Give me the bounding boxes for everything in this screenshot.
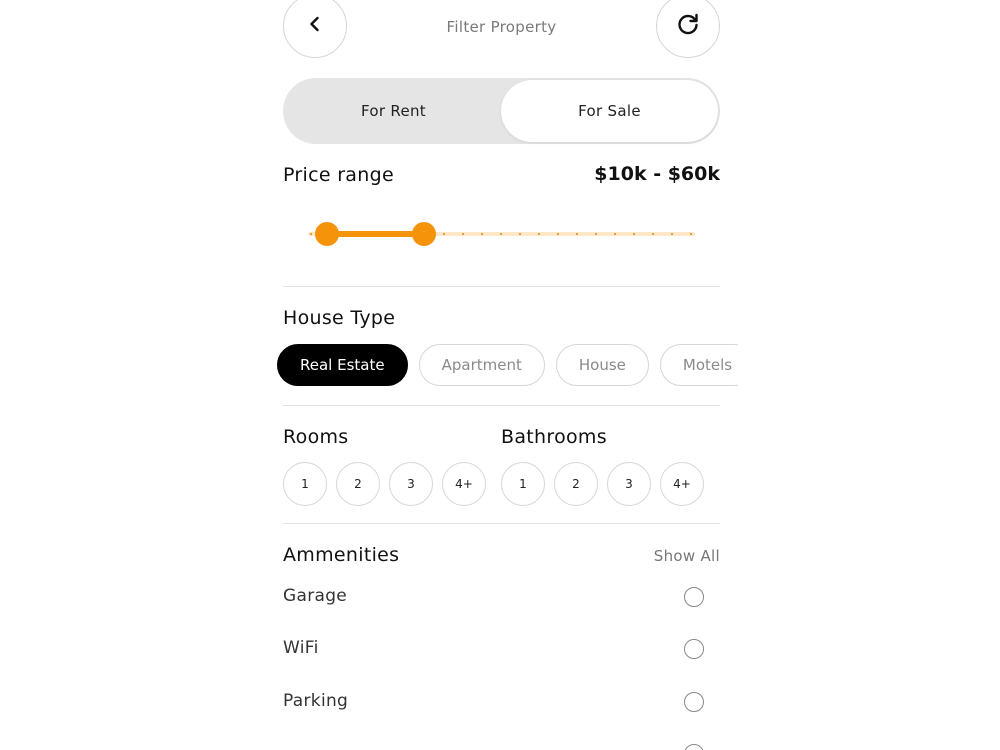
header: Filter Property [283, 0, 720, 60]
chip-real-estate[interactable]: Real Estate [277, 344, 408, 386]
slider-tick [519, 233, 521, 235]
slider-tick [500, 233, 502, 235]
slider-tick [310, 233, 312, 235]
amenity-row-partial[interactable] [283, 743, 704, 750]
rooms-option-1[interactable]: 1 [283, 462, 327, 506]
amenities-title: Ammenities [283, 544, 400, 566]
price-range-slider[interactable] [308, 222, 695, 246]
amenity-radio-partial[interactable] [684, 744, 704, 750]
amenity-row-garage[interactable]: Garage [283, 586, 704, 610]
chip-house[interactable]: House [555, 344, 649, 386]
slider-tick [576, 233, 578, 235]
filter-property-screen: Filter Property For Rent For Sale Price … [0, 0, 1000, 750]
slider-tick [538, 233, 540, 235]
toggle-for-rent[interactable]: For Rent [285, 80, 502, 142]
slider-handle-min[interactable] [315, 222, 340, 246]
amenity-radio-parking[interactable] [684, 692, 704, 712]
price-range-value: $10k - $60k [594, 163, 720, 185]
slider-tick [595, 233, 597, 235]
slider-tick [557, 233, 559, 235]
rooms-option-4-plus[interactable]: 4+ [442, 462, 486, 506]
amenity-label: Parking [283, 691, 349, 711]
slider-selected-range [327, 231, 425, 237]
amenity-radio-wifi[interactable] [684, 639, 704, 659]
divider [283, 405, 720, 406]
rooms-title: Rooms [283, 426, 349, 448]
price-range-label: Price range [283, 164, 394, 186]
rooms-option-2[interactable]: 2 [336, 462, 380, 506]
bathrooms-options: 1 2 3 4+ [501, 462, 713, 506]
bathrooms-option-3[interactable]: 3 [607, 462, 651, 506]
slider-tick [443, 233, 445, 235]
rooms-options: 1 2 3 4+ [283, 462, 495, 506]
rooms-option-3[interactable]: 3 [389, 462, 433, 506]
bathrooms-title: Bathrooms [501, 426, 607, 448]
bathrooms-option-2[interactable]: 2 [554, 462, 598, 506]
toggle-for-sale[interactable]: For Sale [501, 80, 718, 142]
show-all-link[interactable]: Show All [654, 547, 720, 565]
slider-tick [614, 233, 616, 235]
slider-handle-max[interactable] [412, 222, 437, 246]
slider-tick [462, 233, 464, 235]
divider [283, 286, 720, 287]
bathrooms-option-4-plus[interactable]: 4+ [660, 462, 704, 506]
amenity-label: WiFi [283, 638, 319, 658]
slider-tick [671, 233, 673, 235]
divider [283, 523, 720, 524]
refresh-icon [675, 11, 701, 41]
amenity-label: Garage [283, 586, 348, 606]
page-title: Filter Property [446, 18, 557, 36]
house-type-chips: Real Estate Apartment House Motels [277, 344, 738, 388]
slider-tick [652, 233, 654, 235]
amenity-row-wifi[interactable]: WiFi [283, 638, 704, 662]
chip-apartment[interactable]: Apartment [418, 344, 545, 386]
amenity-row-parking[interactable]: Parking [283, 691, 704, 715]
amenity-radio-garage[interactable] [684, 587, 704, 607]
refresh-button[interactable] [656, 0, 720, 58]
chip-motels[interactable]: Motels [659, 344, 738, 386]
slider-tick [690, 233, 692, 235]
slider-tick [633, 233, 635, 235]
listing-type-toggle: For Rent For Sale [283, 78, 720, 144]
house-type-title: House Type [283, 307, 396, 329]
slider-tick [481, 233, 483, 235]
bathrooms-option-1[interactable]: 1 [501, 462, 545, 506]
